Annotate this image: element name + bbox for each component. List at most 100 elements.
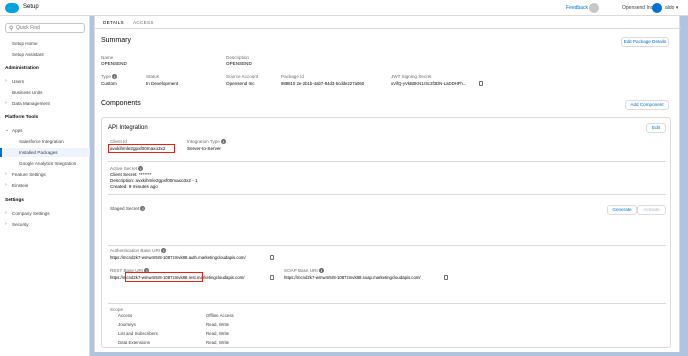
user-menu[interactable]: aldo ▾ [665,5,678,11]
sidebar-item-users[interactable]: › Users [0,77,90,86]
section-divider [108,161,666,162]
sidebar-item-salesforce-integration[interactable]: Salesforce Integration [0,137,90,146]
sidebar-item-data-management[interactable]: › Data Management [0,99,90,108]
scope-value: Offline Access [206,313,234,318]
feedback-link[interactable]: Feedback [566,5,588,11]
tab-access[interactable]: ACCESS [133,18,154,28]
integration-type-label-text: Integration Type [187,139,220,144]
sidebar-item-einstein[interactable]: › Einstein [0,181,90,190]
scope-label: Scope [110,307,124,312]
info-icon[interactable]: i [318,268,324,274]
client-id-highlight [108,144,175,153]
main-content: DETAILS ACCESS Summary Edit Package Deta… [94,16,681,352]
type-label-text: Type [101,74,111,79]
secret-created-line: Created: 9 minutes ago [110,184,158,189]
edit-api-button[interactable]: Edit [646,123,666,133]
sidebar-item-apps[interactable]: ⌄ Apps [0,126,90,135]
activate-button[interactable]: Activate [637,205,666,215]
sidebar-item-security[interactable]: › Security [0,220,90,229]
search-icon: ⚲ [9,26,14,32]
chevron-right-icon: › [5,171,7,177]
sidebar-item-setup-assistant[interactable]: Setup Assistant [0,50,90,59]
description-label: Description [226,55,249,60]
scope-name: List and Subscribers [118,331,158,336]
copy-icon[interactable] [270,255,274,260]
sidebar-section-platform-tools: Platform Tools [5,115,39,120]
chevron-right-icon: › [5,100,7,106]
active-secret-label-text: Active Secret [110,166,138,171]
user-avatar-icon[interactable] [652,3,662,13]
info-icon[interactable]: i [138,166,144,172]
sidebar-item-label: Business Units [12,90,43,95]
staged-secret-label-text: Staged Secret [110,206,140,211]
rest-uri-highlight [125,272,203,282]
secret-description-line: Description: avxkihmle2gpxf00maxo3x2 - 1 [110,178,198,183]
generate-button[interactable]: Generate [607,205,637,215]
sidebar-item-installed-packages[interactable]: Installed Packages [0,148,90,157]
sidebar-item-label: Einstein [12,183,29,188]
section-divider [108,194,666,195]
sidebar-item-setup-home[interactable]: Setup Home [0,39,90,48]
sidebar-item-business-units[interactable]: Business Units [0,88,90,97]
copy-icon[interactable] [270,275,274,280]
source-account-value: Opensend Inc [226,81,255,86]
api-integration-title: API Integration [108,125,148,131]
sidebar-item-label: Installed Packages [19,150,58,155]
components-heading: Components [101,100,141,107]
info-icon[interactable]: i [221,139,227,145]
quick-find-search[interactable]: ⚲ [5,23,85,33]
top-header: Setup Feedback Opensend Inc ▾ aldo ▾ [0,0,688,16]
quick-find-input[interactable] [16,24,82,32]
section-divider [108,303,666,304]
soap-uri-label-text: SOAP Base URI [284,268,318,273]
sidebar-section-administration: Administration [5,66,39,71]
type-label: Type i [101,74,118,80]
sidebar-item-label: Feature Settings [12,172,46,177]
chevron-right-icon: › [5,182,7,188]
sidebar-item-google-analytics[interactable]: Google Analytics Integration [0,159,90,168]
package-id-label: Package Id [281,74,304,79]
sidebar-item-label: Apps [12,128,23,133]
scope-name: Data Extensions [118,340,150,345]
auth-uri-value: https://mcnd2k7-wmw4r5r8-1087zmvk88.auth… [110,255,246,260]
edit-package-details-button[interactable]: Edit Package Details [621,37,669,47]
integration-type-label: Integration Type i [187,139,227,145]
app-title: Setup [23,4,39,10]
status-value: In Development [146,81,179,86]
tab-divider [95,28,681,29]
salesforce-cloud-logo[interactable] [5,3,19,13]
chevron-right-icon: › [5,221,7,227]
client-secret-line: Client Secret: ******* [110,172,152,177]
active-secret-label: Active Secret i [110,166,144,172]
scope-name: Journeys [118,322,136,327]
description-value: OPENSEND [226,61,252,66]
jwt-secret-value: xVifQ-yVkB0KN1rSc2f3DN-LaDDHFh... [391,81,467,86]
sidebar-item-label: Setup Home [12,41,38,46]
sidebar-section-settings: Settings [5,198,24,203]
add-component-button[interactable]: Add Component [625,100,669,110]
type-value: Custom [101,81,117,86]
sidebar-item-label: Users [12,79,24,84]
soap-uri-label: SOAP Base URI i [284,268,324,274]
info-icon[interactable]: i [112,74,118,80]
scope-value: Read, Write [206,322,230,327]
info-icon[interactable]: i [140,206,146,212]
staged-secret-label: Staged Secret i [110,206,146,212]
chevron-right-icon: › [5,210,7,216]
copy-icon[interactable] [444,275,448,280]
auth-uri-label: Authentication Base URI i [110,248,167,254]
scope-value: Read, Write [206,340,230,345]
integration-type-value: Server-to-Server [187,146,221,151]
sidebar-item-feature-settings[interactable]: › Feature Settings [0,170,90,179]
setup-sidebar: ⚲ Setup Home Setup Assistant Administrat… [0,16,90,356]
info-icon[interactable]: i [161,248,167,254]
api-integration-card: API Integration Edit Client Id avxkihmle… [101,117,671,348]
status-label: Status [146,74,160,79]
section-divider [108,245,666,246]
name-label: Name [101,55,114,60]
sidebar-item-company-settings[interactable]: › Company Settings [0,209,90,218]
package-id-value: 988815 2e-2b1b-4ab7-84d3-5cdde227a060 [281,81,365,86]
soap-uri-value: https://mcnd2k7-wmw4r5r8-1087zmvk88.soap… [284,275,421,280]
copy-icon[interactable] [479,81,483,86]
sidebar-item-label: Setup Assistant [12,52,44,57]
